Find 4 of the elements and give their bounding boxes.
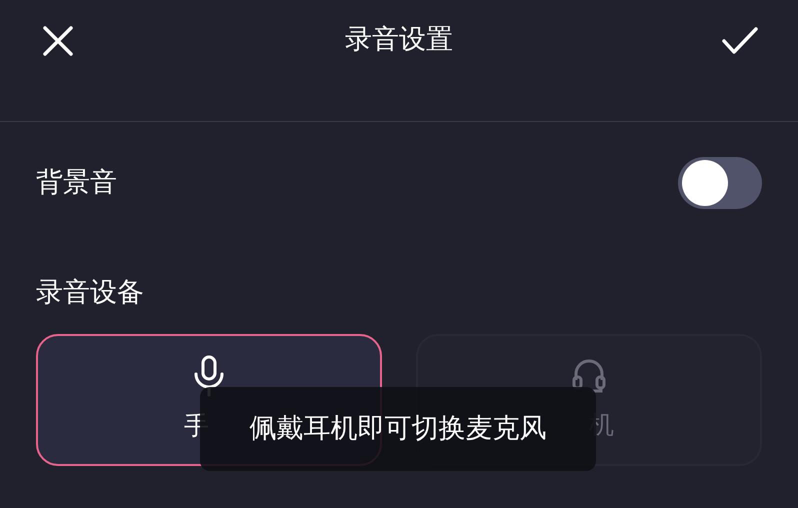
info-toast: 佩戴耳机即可切换麦克风 (200, 387, 596, 471)
screen-title: 录音设置 (345, 23, 453, 58)
section-title: 录音设备 (35, 276, 145, 310)
setting-label: 背景音 (36, 166, 117, 200)
